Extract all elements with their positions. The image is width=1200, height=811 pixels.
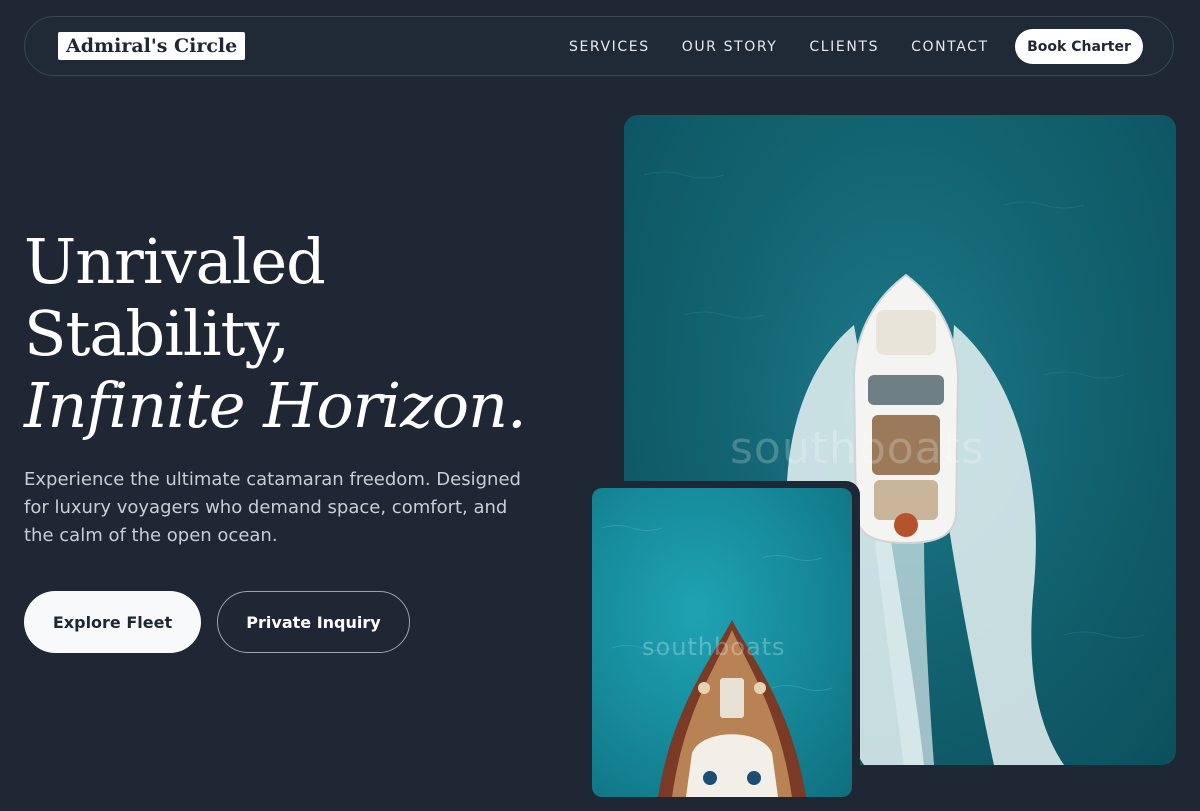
- nav-links: SERVICES OUR STORY CLIENTS CONTACT: [569, 17, 1021, 77]
- site-logo[interactable]: Admiral's Circle: [58, 32, 246, 60]
- hero-title-line-2: Stability,: [24, 297, 290, 370]
- top-navbar: Admiral's Circle SERVICES OUR STORY CLIE…: [24, 16, 1174, 76]
- nav-link-contact[interactable]: CONTACT: [911, 39, 989, 55]
- hero-title: Unrivaled Stability, Infinite Horizon.: [24, 225, 527, 442]
- small-image-watermark: southboats: [642, 633, 786, 661]
- book-charter-button[interactable]: Book Charter: [1015, 29, 1143, 64]
- main-image-watermark: southboats: [730, 423, 985, 474]
- hero-title-line-1: Unrivaled: [24, 225, 326, 298]
- hero-subtitle: Experience the ultimate catamaran freedo…: [24, 469, 521, 546]
- hero-title-line-3: Infinite Horizon.: [24, 369, 527, 442]
- nav-link-our-story[interactable]: OUR STORY: [682, 39, 778, 55]
- nav-link-clients[interactable]: CLIENTS: [809, 39, 879, 55]
- secondary-yacht-image: southboats: [592, 488, 852, 797]
- nav-link-services[interactable]: SERVICES: [569, 39, 650, 55]
- explore-fleet-button[interactable]: Explore Fleet: [24, 591, 201, 653]
- private-inquiry-button[interactable]: Private Inquiry: [217, 591, 410, 653]
